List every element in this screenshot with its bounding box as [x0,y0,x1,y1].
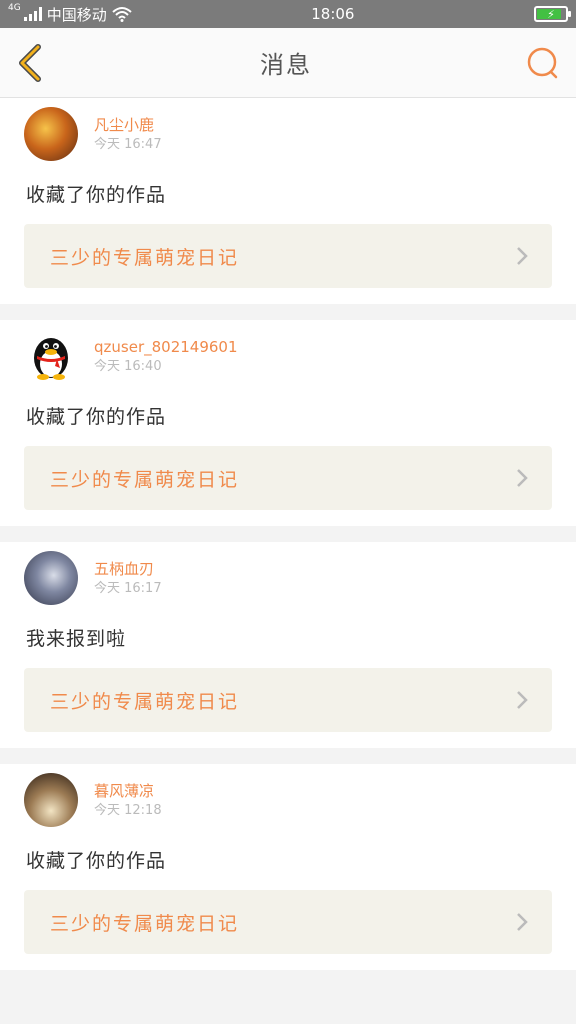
chevron-right-icon [517,691,528,709]
message-time: 今天 16:47 [94,136,162,152]
message-meta: 五柄血刃 今天 16:17 [94,559,162,598]
signal-icon [23,7,42,21]
message-meta: 暮风薄凉 今天 12:18 [94,781,162,820]
wifi-icon [112,6,132,22]
clock: 18:06 [311,5,355,23]
message-user[interactable]: 五柄血刃 今天 16:17 [24,548,552,608]
app-header: 消息 [0,28,576,98]
avatar[interactable] [24,107,78,161]
battery-icon: ⚡ [533,6,571,22]
work-title: 三少的专属萌宠日记 [50,246,240,269]
message-time: 今天 16:40 [94,358,162,374]
work-link[interactable]: 三少的专属萌宠日记 [24,224,552,288]
work-link[interactable]: 三少的专属萌宠日记 [24,668,552,732]
chevron-right-icon [517,913,528,931]
page-title: 消息 [260,51,312,79]
message-user[interactable]: 凡尘小鹿 今天 16:47 [24,104,552,164]
username[interactable]: 暮风薄凉 [94,781,162,801]
message-content: 我来报到啦 [26,628,127,650]
status-bar: 4G 中国移动 18:06 ⚡ [0,0,576,28]
work-title: 三少的专属萌宠日记 [50,468,240,491]
message-card: 五柄血刃 今天 16:17 我来报到啦 三少的专属萌宠日记 [0,542,576,748]
avatar[interactable] [24,551,78,605]
carrier-name: 中国移动 [46,5,107,24]
status-left: 4G 中国移动 [8,2,132,25]
message-card: 凡尘小鹿 今天 16:47 收藏了你的作品 三少的专属萌宠日记 [0,98,576,304]
work-link[interactable]: 三少的专属萌宠日记 [24,890,552,954]
message-user[interactable]: 暮风薄凉 今天 12:18 [24,770,552,830]
avatar[interactable] [24,329,78,383]
message-time: 今天 12:18 [94,802,162,818]
username[interactable]: qzuser_802149601 [94,337,238,357]
work-link[interactable]: 三少的专属萌宠日记 [24,446,552,510]
chevron-right-icon [517,247,528,265]
username[interactable]: 五柄血刃 [94,559,162,579]
back-button[interactable] [16,43,46,83]
work-title: 三少的专属萌宠日记 [50,690,240,713]
message-meta: qzuser_802149601 今天 16:40 [94,337,238,376]
search-icon [527,47,558,78]
network-type: 4G [8,2,21,13]
message-content: 收藏了你的作品 [26,850,167,872]
penguin-icon [34,338,68,380]
work-title: 三少的专属萌宠日记 [50,912,240,935]
message-card: qzuser_802149601 今天 16:40 收藏了你的作品 三少的专属萌… [0,320,576,526]
message-card: 暮风薄凉 今天 12:18 收藏了你的作品 三少的专属萌宠日记 [0,764,576,970]
search-button[interactable] [526,46,560,80]
message-time: 今天 16:17 [94,580,162,596]
message-meta: 凡尘小鹿 今天 16:47 [94,115,162,154]
message-list: 凡尘小鹿 今天 16:47 收藏了你的作品 三少的专属萌宠日记 qzuser_8… [0,98,576,1024]
message-content: 收藏了你的作品 [26,184,167,206]
chevron-right-icon [517,469,528,487]
message-user[interactable]: qzuser_802149601 今天 16:40 [24,326,552,386]
message-content: 收藏了你的作品 [26,406,167,428]
avatar[interactable] [24,773,78,827]
username[interactable]: 凡尘小鹿 [94,115,162,135]
